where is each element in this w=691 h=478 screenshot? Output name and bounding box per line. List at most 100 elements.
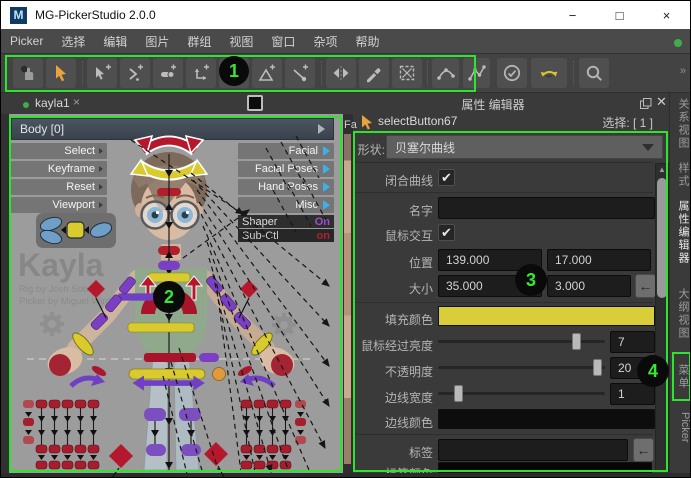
tag-label: 标签 xyxy=(353,444,433,461)
close-button[interactable]: × xyxy=(643,1,690,29)
tag-reset-button[interactable]: ← xyxy=(633,438,654,462)
keyframe-menu-button[interactable]: Keyframe xyxy=(11,161,107,177)
menu-image[interactable]: 图片 xyxy=(136,29,178,54)
name-input[interactable] xyxy=(438,197,655,219)
shape-type-dropdown[interactable]: 贝塞尔曲线 xyxy=(386,135,663,159)
tab-picker[interactable]: Picker xyxy=(672,405,691,449)
subctl-toggle[interactable]: Sub-Ctlon xyxy=(238,229,334,242)
position-y-input[interactable]: 17.000 xyxy=(547,249,651,271)
smooth-curve-button[interactable] xyxy=(432,58,459,88)
create-attr-button-tool[interactable] xyxy=(186,58,216,88)
opacity-slider[interactable] xyxy=(438,359,605,376)
menu-window[interactable]: 窗口 xyxy=(262,29,304,54)
slider-handle[interactable] xyxy=(572,333,581,350)
misc-button[interactable]: Misc xyxy=(238,197,334,213)
border-width-label: 边线宽度 xyxy=(353,389,433,406)
mouse-interact-checkbox[interactable] xyxy=(438,224,455,241)
hand-icon xyxy=(18,63,38,83)
menu-picker[interactable]: Picker xyxy=(1,29,52,54)
fill-color-label: 填充颜色 xyxy=(353,311,433,328)
window-bottom-edge xyxy=(1,473,691,478)
panel-detach-button[interactable] xyxy=(247,95,263,111)
scrollbar-up-icon[interactable]: ▲ xyxy=(655,163,669,176)
menu-select[interactable]: 选择 xyxy=(52,29,94,54)
minimize-button[interactable]: − xyxy=(549,1,596,29)
eyedropper-icon xyxy=(364,63,384,83)
attribute-editor-close-icon[interactable]: ✕ xyxy=(656,94,667,110)
tab-kayla1[interactable]: kayla1 xyxy=(35,96,70,110)
search-button[interactable] xyxy=(579,58,609,88)
border-width-value[interactable]: 1 xyxy=(610,383,655,405)
slider-handle[interactable] xyxy=(593,359,602,376)
create-command-button-tool[interactable] xyxy=(120,58,150,88)
marquee-x-icon xyxy=(397,63,417,83)
closed-curve-checkbox[interactable] xyxy=(438,169,455,186)
slider-plus-icon xyxy=(158,63,178,83)
polyline-curve-button[interactable] xyxy=(463,58,490,88)
facial-button[interactable]: Facial xyxy=(238,143,334,159)
mirror-pose-button[interactable] xyxy=(531,58,567,88)
blue-play-icon xyxy=(323,182,330,192)
maya-app-icon: M xyxy=(10,7,27,24)
hover-brightness-label: 鼠标经过亮度 xyxy=(353,337,433,354)
maximize-button[interactable]: □ xyxy=(596,1,643,29)
shaper-toggle[interactable]: ShaperOn xyxy=(238,215,334,228)
menu-help[interactable]: 帮助 xyxy=(346,29,388,54)
size-h-input[interactable]: 3.000 xyxy=(547,275,631,297)
toolbar-overflow-chevrons[interactable]: » xyxy=(680,65,685,77)
create-select-button-tool[interactable] xyxy=(87,58,117,88)
create-line-button-tool[interactable] xyxy=(285,58,315,88)
facial-poses-button[interactable]: Facial Poses xyxy=(238,161,334,177)
apply-check-button[interactable] xyxy=(497,58,527,88)
name-label: 名字 xyxy=(353,202,433,219)
create-slider-button-tool[interactable] xyxy=(153,58,183,88)
opacity-label: 不透明度 xyxy=(353,363,433,380)
menu-group[interactable]: 群组 xyxy=(178,29,220,54)
menu-bar: Picker 选择 编辑 图片 群组 视图 窗口 杂项 帮助 xyxy=(1,29,691,54)
reset-menu-button[interactable]: Reset xyxy=(11,179,107,195)
scrollbar-thumb[interactable] xyxy=(657,178,667,298)
opacity-value[interactable]: 20 xyxy=(610,357,655,379)
tab-outline-view[interactable]: 大纲视图 xyxy=(672,285,691,343)
move-plus-icon xyxy=(191,63,211,83)
toolbar-separator xyxy=(573,61,574,85)
text-plus-icon: T xyxy=(224,63,244,83)
tab-style[interactable]: 样式 xyxy=(672,159,691,191)
mirror-tool-button[interactable] xyxy=(326,58,356,88)
border-width-slider[interactable] xyxy=(438,385,605,402)
tab-close-icon[interactable]: × xyxy=(73,95,80,109)
menu-misc[interactable]: 杂项 xyxy=(304,29,346,54)
create-shape-button-tool[interactable] xyxy=(252,58,282,88)
play-arrow-icon[interactable] xyxy=(318,124,325,134)
blue-play-icon xyxy=(323,164,330,174)
chevron-plus-icon xyxy=(125,63,145,83)
border-color-swatch[interactable] xyxy=(438,409,655,429)
size-reset-button[interactable]: ← xyxy=(635,274,656,298)
hover-brightness-slider[interactable] xyxy=(438,333,605,350)
select-tool-button[interactable] xyxy=(46,58,76,88)
tab-attribute-editor[interactable]: 属性编辑器 xyxy=(672,199,691,265)
closed-curve-label: 闭合曲线 xyxy=(353,172,433,189)
tag-input[interactable] xyxy=(438,439,628,461)
detach-panel-icon[interactable] xyxy=(640,98,652,109)
hand-poses-button[interactable]: Hand Poses xyxy=(238,179,334,195)
viewport-menu-button[interactable]: Viewport xyxy=(11,197,107,213)
fill-color-swatch[interactable] xyxy=(438,306,655,326)
tab-relation-view[interactable]: 关系视图 xyxy=(672,97,691,151)
slider-handle[interactable] xyxy=(454,385,463,402)
create-text-button-tool[interactable]: T xyxy=(219,58,249,88)
hand-tool-button[interactable] xyxy=(13,58,43,88)
transform-frame-button[interactable] xyxy=(392,58,422,88)
curve-points-icon xyxy=(436,63,456,83)
tab-menu[interactable]: 菜单 xyxy=(672,357,691,397)
size-w-input[interactable]: 35.000 xyxy=(438,275,542,297)
menu-edit[interactable]: 编辑 xyxy=(94,29,136,54)
hover-brightness-value[interactable]: 7 xyxy=(610,331,655,353)
subctl-state: on xyxy=(317,230,330,242)
caret-icon xyxy=(99,184,103,190)
menu-view[interactable]: 视图 xyxy=(220,29,262,54)
body-group-header[interactable]: Body [0] xyxy=(11,118,334,140)
color-picker-button[interactable] xyxy=(359,58,389,88)
select-menu-button[interactable]: Select xyxy=(11,143,107,159)
position-x-input[interactable]: 139.000 xyxy=(438,249,542,271)
